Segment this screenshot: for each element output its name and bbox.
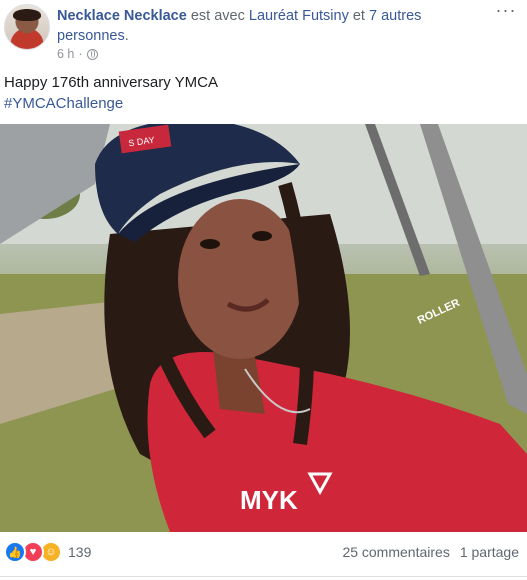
post-header: Necklace Necklace est avec Lauréat Futsi… (57, 6, 487, 46)
author-name[interactable]: Necklace Necklace (57, 8, 187, 24)
post-text-line: Happy 176th anniversary YMCA (4, 74, 218, 91)
comments-link[interactable]: 25 commentaires (342, 544, 449, 560)
post-meta: 6 h · (57, 47, 98, 61)
footer-divider (0, 576, 527, 577)
reactions-summary[interactable]: 👍 ♥ ☺ 139 (4, 541, 91, 563)
facebook-post: Necklace Necklace est avec Lauréat Futsi… (0, 0, 527, 580)
photo-eye (252, 231, 272, 241)
shares-link[interactable]: 1 partage (460, 544, 519, 560)
tagged-person-link[interactable]: Lauréat Futsiny (249, 8, 349, 24)
engagement-counts: 25 commentaires 1 partage (342, 544, 519, 560)
post-photo[interactable]: S DAY MYK ROLLER (0, 124, 527, 532)
with-text: est avec (186, 8, 249, 24)
photo-eye (200, 239, 220, 249)
post-text: Happy 176th anniversary YMCA #YMCAChalle… (4, 72, 218, 114)
avatar[interactable] (4, 4, 50, 50)
hashtag-link[interactable]: #YMCAChallenge (4, 93, 218, 114)
reaction-count[interactable]: 139 (68, 544, 91, 560)
post-time[interactable]: 6 h (57, 47, 74, 61)
like-reaction-icon: 👍 (4, 541, 26, 563)
shirt-logo-text: MYK (240, 485, 298, 515)
globe-icon (86, 48, 98, 60)
more-options-button[interactable]: ··· (493, 1, 519, 22)
photo-face (178, 199, 302, 359)
period-text: . (124, 28, 129, 44)
photo-illustration: S DAY MYK ROLLER (0, 124, 527, 532)
and-text: et (348, 8, 369, 24)
meta-separator: · (78, 47, 83, 61)
